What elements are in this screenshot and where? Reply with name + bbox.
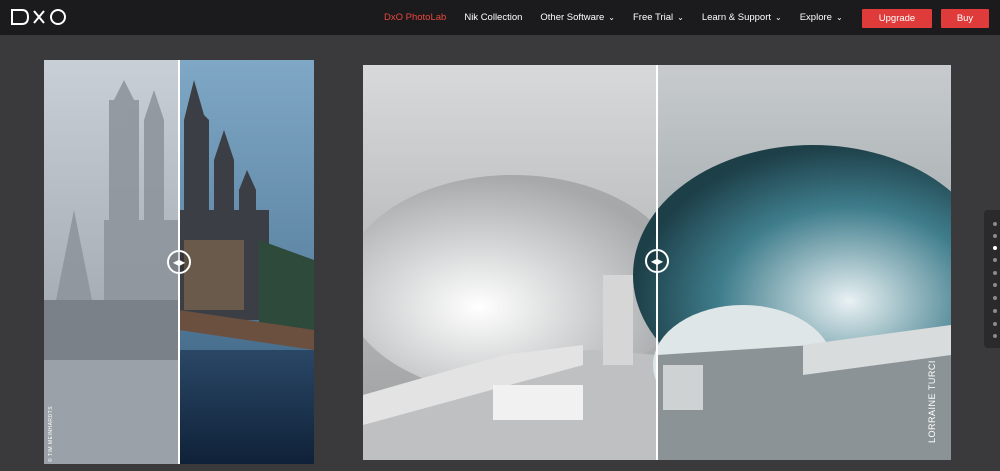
castle-before-after-slider[interactable]: ◀▶ © TIM MEINHARDTS bbox=[44, 60, 314, 464]
pager-dot[interactable] bbox=[993, 322, 997, 326]
chevron-down-icon: ⌄ bbox=[835, 13, 843, 22]
dxo-logo[interactable] bbox=[10, 8, 70, 26]
dxo-logo-icon bbox=[11, 9, 66, 25]
nav-item-nik-collection[interactable]: Nik Collection bbox=[464, 12, 522, 23]
pager-dot[interactable] bbox=[993, 283, 997, 287]
nav-item-learn-support[interactable]: Learn & Support ⌄ bbox=[702, 12, 782, 23]
nav-item-label: Learn & Support bbox=[701, 12, 772, 23]
nav-item-other-software[interactable]: Other Software ⌄ bbox=[540, 12, 615, 23]
chevron-down-icon: ⌄ bbox=[677, 13, 684, 22]
pager-dot[interactable] bbox=[993, 309, 997, 313]
nav-item-explore[interactable]: Explore ⌄ bbox=[800, 12, 843, 23]
upgrade-button[interactable]: Upgrade bbox=[862, 9, 932, 28]
ship-before-after-slider[interactable]: ◀▶ LORRAINE TURCI bbox=[363, 65, 951, 460]
pager-dot[interactable] bbox=[993, 271, 997, 275]
photo-credit: LORRAINE TURCI bbox=[927, 360, 937, 443]
buy-button[interactable]: Buy bbox=[941, 9, 989, 28]
nav-item-label: Explore bbox=[799, 12, 832, 23]
pager-dot[interactable] bbox=[993, 234, 997, 238]
main-menu: DxO PhotoLab Nik Collection Other Softwa… bbox=[384, 0, 861, 35]
drag-handle-icon[interactable]: ◀▶ bbox=[167, 250, 191, 274]
pager-dot[interactable] bbox=[993, 334, 997, 338]
nav-item-label: Other Software bbox=[540, 12, 605, 23]
pager-dot-active[interactable] bbox=[993, 246, 997, 250]
photo-credit: © TIM MEINHARDTS bbox=[48, 405, 54, 462]
nav-item-label: Nik Collection bbox=[464, 12, 523, 23]
chevron-down-icon: ⌄ bbox=[608, 13, 615, 22]
nav-item-dxo-photolab[interactable]: DxO PhotoLab bbox=[384, 12, 446, 23]
nav-item-label: Free Trial bbox=[633, 12, 674, 23]
pager-dot[interactable] bbox=[993, 296, 997, 300]
chevron-down-icon: ⌄ bbox=[775, 13, 782, 22]
nav-item-label: DxO PhotoLab bbox=[384, 12, 447, 23]
section-pager bbox=[984, 210, 1000, 348]
pager-dot[interactable] bbox=[993, 258, 997, 262]
top-navigation-bar: DxO PhotoLab Nik Collection Other Softwa… bbox=[0, 0, 1000, 35]
pager-dot[interactable] bbox=[993, 222, 997, 226]
nav-item-free-trial[interactable]: Free Trial ⌄ bbox=[633, 12, 684, 23]
drag-handle-icon[interactable]: ◀▶ bbox=[645, 249, 669, 273]
